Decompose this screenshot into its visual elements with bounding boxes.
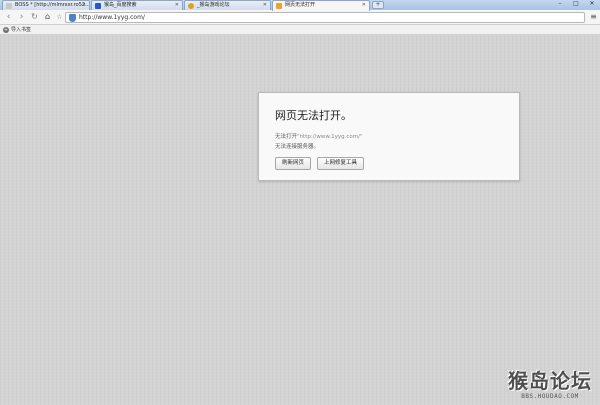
- page-content: 网页无法打开。 无法打开"http://www.1yyg.com/" 无法连接服…: [0, 35, 600, 405]
- home-icon[interactable]: ⌂: [42, 11, 53, 23]
- close-icon[interactable]: ✕: [175, 1, 179, 10]
- back-icon[interactable]: ‹: [3, 11, 14, 23]
- error-url: "http://www.1yyg.com/": [297, 134, 363, 140]
- add-icon: +: [3, 27, 9, 33]
- import-bookmarks-button[interactable]: + 导入书签: [3, 26, 31, 34]
- houdao-watermark: 猴岛论坛 BBS.HOUDAO.COM: [504, 369, 596, 403]
- tab-baidu-search[interactable]: 猴岛_百度搜索 ✕: [91, 0, 183, 10]
- refresh-button[interactable]: 刷新网页: [275, 157, 311, 170]
- browser-toolbar: ‹ › ↻ ⌂ ☆ ≡: [0, 10, 600, 25]
- error-message: 无法打开"http://www.1yyg.com/": [275, 132, 363, 140]
- shield-icon: [69, 14, 76, 22]
- tab-boss[interactable]: BOSS * [http://mlmrxxr.ro52... ✕: [2, 0, 90, 10]
- tab-label: _猴岛游戏论坛: [197, 2, 230, 8]
- error-title: 网页无法打开。: [275, 109, 352, 122]
- tab-label: 猴岛_百度搜索: [104, 2, 137, 8]
- error-page-icon: [276, 3, 282, 9]
- repair-tool-button[interactable]: 上网修复工具: [317, 157, 364, 170]
- reload-icon[interactable]: ↻: [29, 11, 40, 23]
- baidu-icon: [95, 3, 101, 9]
- tab-label: BOSS * [http://mlmrxxr.ro52...: [15, 2, 90, 8]
- error-card: 网页无法打开。 无法打开"http://www.1yyg.com/" 无法连接服…: [258, 92, 520, 181]
- close-window-button[interactable]: ✕: [584, 0, 600, 8]
- error-detail: 无法连接服务器。: [275, 144, 320, 150]
- menu-icon[interactable]: ≡: [589, 13, 598, 22]
- forward-icon[interactable]: ›: [16, 11, 27, 23]
- tab-label: 网页无法打开: [285, 2, 316, 8]
- new-tab-button[interactable]: +: [372, 1, 384, 9]
- houdao-icon: [188, 3, 194, 9]
- minimize-button[interactable]: –: [552, 0, 568, 8]
- star-icon[interactable]: ☆: [54, 11, 65, 23]
- bookmarks-bar: + 导入书签: [0, 25, 600, 35]
- boss-icon: [6, 3, 12, 9]
- maximize-button[interactable]: □: [568, 0, 584, 8]
- watermark-url: BBS.HOUDAO.COM: [521, 393, 579, 400]
- close-icon[interactable]: ✕: [82, 1, 86, 10]
- import-bookmarks-label: 导入书签: [11, 27, 32, 33]
- url-input[interactable]: [79, 13, 579, 22]
- tab-houdao-forum[interactable]: _猴岛游戏论坛 ✕: [184, 0, 271, 10]
- tab-strip: BOSS * [http://mlmrxxr.ro52... ✕ 猴岛_百度搜索…: [0, 0, 600, 11]
- close-icon[interactable]: ✕: [362, 1, 366, 10]
- watermark-logo: 猴岛论坛: [508, 369, 592, 393]
- error-message-prefix: 无法打开: [275, 134, 298, 140]
- tab-error-page[interactable]: 网页无法打开 ✕: [272, 0, 370, 11]
- address-bar[interactable]: [65, 12, 585, 23]
- close-icon[interactable]: ✕: [263, 1, 267, 10]
